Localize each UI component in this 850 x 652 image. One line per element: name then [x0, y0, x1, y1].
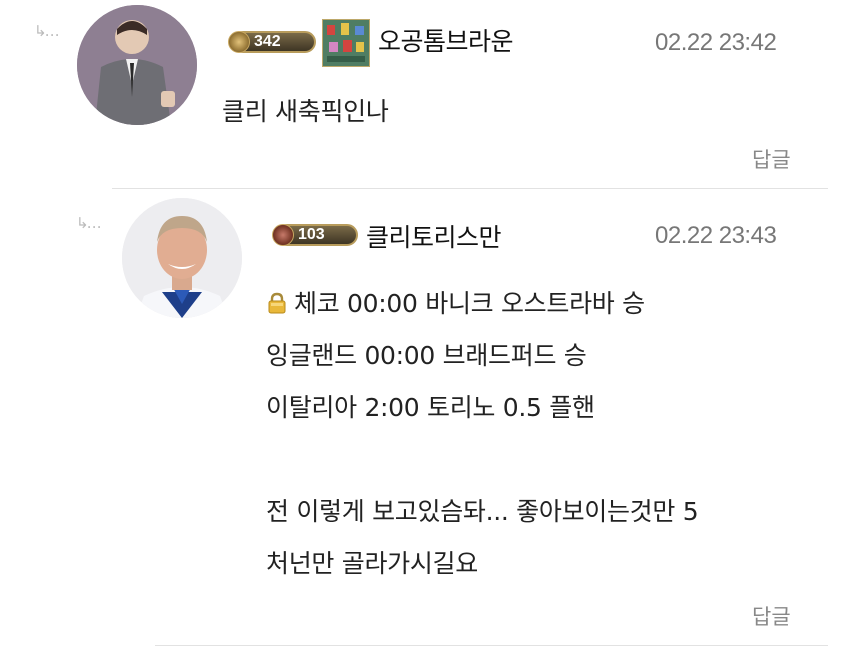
comment-line: 이탈리아 2:00 토리노 0.5 플핸: [266, 393, 595, 422]
level-badge: 103: [272, 224, 358, 246]
nickname[interactable]: 오공톰브라운: [378, 22, 514, 58]
comment-line: 전 이렇게 보고있슴돠... 좋아보이는것만 5: [266, 497, 699, 526]
level-badge: 342: [228, 31, 316, 53]
comment-line: 잉글랜드 00:00 브래드퍼드 승: [266, 341, 587, 370]
level-badge-icon: [272, 224, 294, 246]
level-badge-icon: [228, 31, 250, 53]
nickname[interactable]: 클리토리스만: [366, 218, 502, 254]
reply-arrow-icon: ↳…: [76, 214, 102, 232]
reply-arrow-icon: ↳…: [34, 22, 60, 40]
comment-line: 클리 새축픽인나: [222, 97, 389, 126]
timestamp: 02.22 23:42: [655, 29, 777, 56]
avatar[interactable]: [122, 198, 242, 318]
divider: [112, 188, 828, 189]
reply-button[interactable]: 답글: [752, 144, 791, 174]
comment-line: [266, 434, 698, 486]
comment-line: 체코 00:00 바니크 오스트라바 승: [266, 278, 698, 330]
comment-line: 처넌만 골라가시길요: [266, 549, 478, 578]
reply-button[interactable]: 답글: [752, 601, 791, 631]
timestamp: 02.22 23:43: [655, 222, 777, 249]
level-number: 103: [298, 226, 325, 243]
item-thumbnail-icon: [322, 19, 370, 67]
comment-body: 체코 00:00 바니크 오스트라바 승 잉글랜드 00:00 브래드퍼드 승 …: [266, 278, 699, 590]
comment-body: 클리 새축픽인나: [222, 86, 389, 138]
lock-icon: [266, 280, 288, 314]
divider: [155, 645, 828, 646]
level-number: 342: [254, 33, 281, 50]
comment-line-text: 체코 00:00 바니크 오스트라바 승: [294, 289, 645, 318]
avatar[interactable]: [77, 5, 197, 125]
